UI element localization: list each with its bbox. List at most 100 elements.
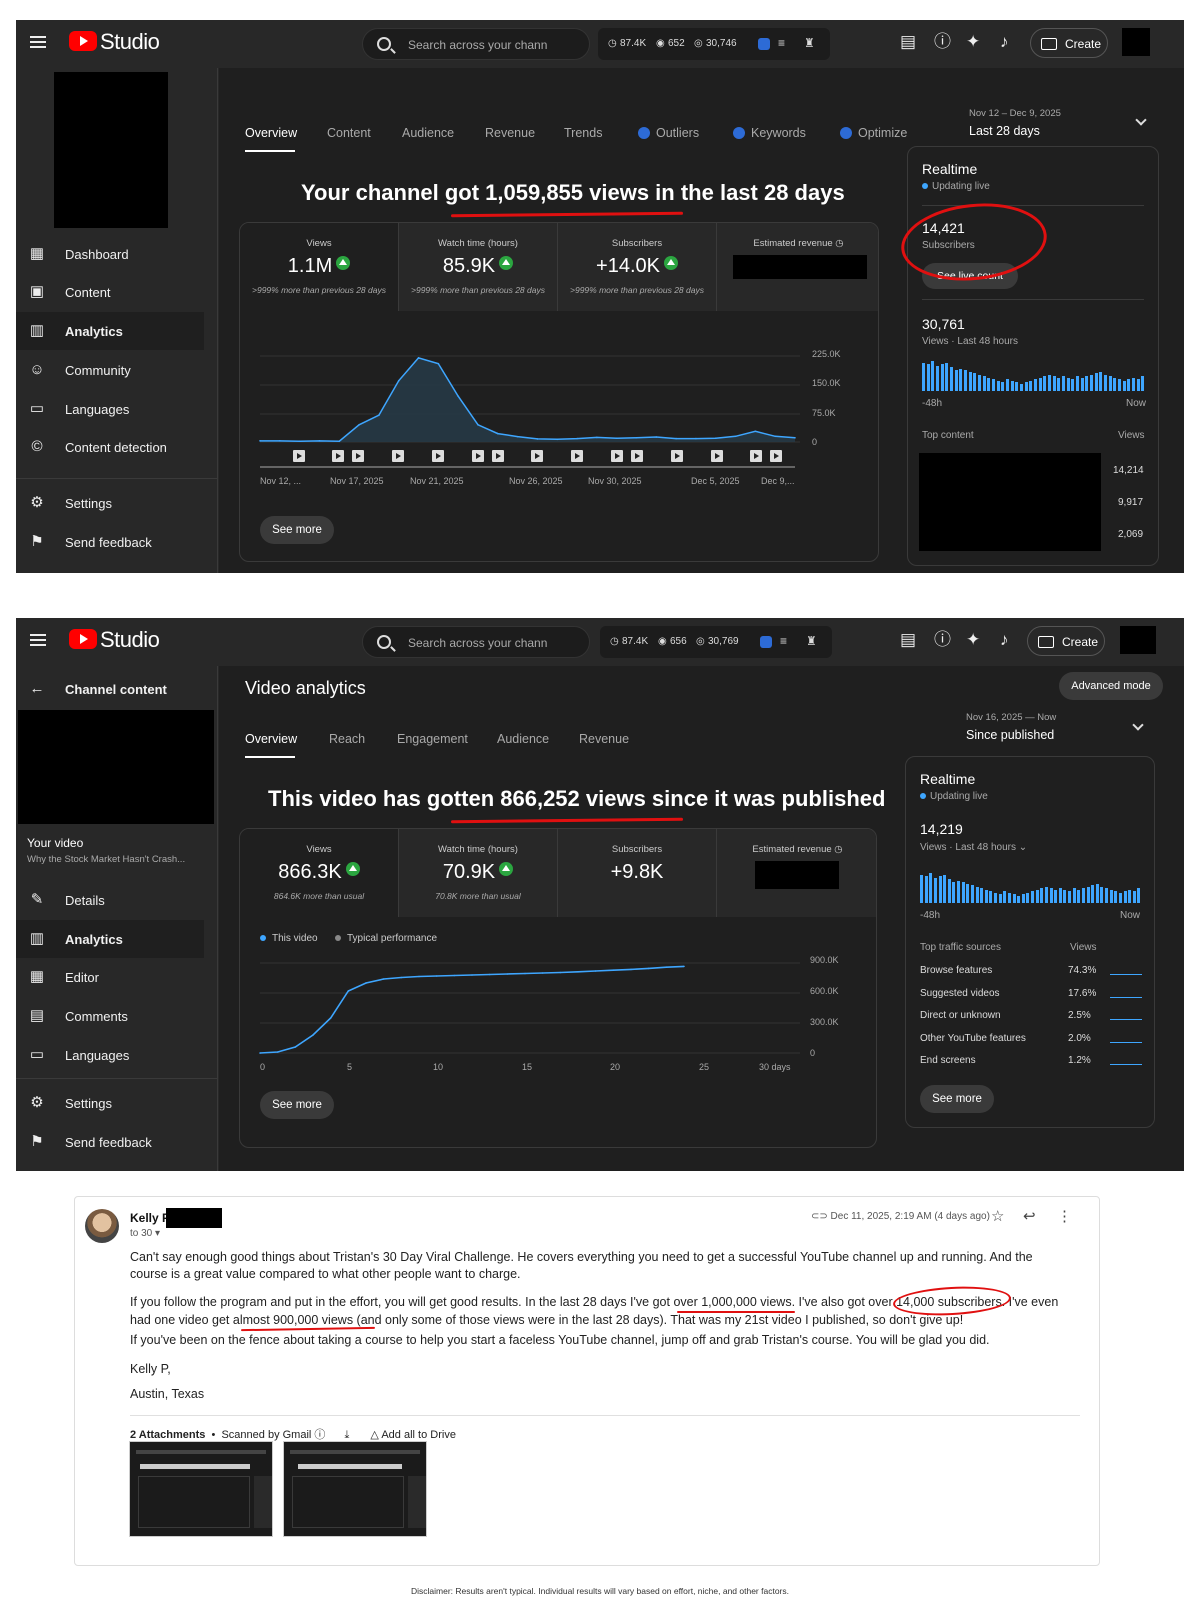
sidebar-item-analytics[interactable]: ▥ Analytics xyxy=(16,312,204,350)
tab-revenue[interactable]: Revenue xyxy=(579,732,629,746)
reply-icon[interactable]: ↩ xyxy=(1023,1207,1036,1225)
metric-views[interactable]: Views 1.1M >999% more than previous 28 d… xyxy=(240,223,399,311)
sidebar-item-content-detection[interactable]: © Content detection xyxy=(16,428,204,466)
legend-this-video[interactable]: This video xyxy=(260,933,318,944)
menu-icon[interactable] xyxy=(30,36,46,48)
see-more-button[interactable]: See more xyxy=(260,516,334,544)
captions-icon[interactable]: ▤ xyxy=(900,631,916,648)
advanced-mode-button[interactable]: Advanced mode xyxy=(1059,672,1163,700)
legend-dot xyxy=(335,935,341,941)
see-more-button[interactable]: See more xyxy=(920,1085,994,1113)
sidebar-item-community[interactable]: ☺ Community xyxy=(16,351,204,389)
metric-revenue[interactable]: Estimated revenue ◷ xyxy=(717,829,876,917)
metric-subscribers[interactable]: Subscribers +14.0K >999% more than previ… xyxy=(558,223,717,311)
sidebar-item-feedback[interactable]: ⚑ Send feedback xyxy=(16,523,204,561)
sidebar-item-comments[interactable]: ▤ Comments xyxy=(16,997,204,1035)
tab-overview[interactable]: Overview xyxy=(245,126,297,140)
red-underline-annotation xyxy=(450,817,684,824)
stats-bar[interactable]: ◷ 87.4K ◉ 652 ◎ 30,746 ≡ ♜ xyxy=(598,28,830,60)
legend-typical[interactable]: Typical performance xyxy=(335,933,437,944)
add-to-drive-button[interactable]: Add all to Drive xyxy=(381,1429,456,1441)
trophy-icon[interactable]: ♜ xyxy=(804,36,815,50)
sender-avatar[interactable] xyxy=(85,1209,119,1243)
tab-audience[interactable]: Audience xyxy=(402,126,454,140)
search-input[interactable]: Search across your chann xyxy=(408,636,547,650)
chevron-down-icon[interactable] xyxy=(1135,114,1147,126)
captions-icon[interactable]: ▤ xyxy=(900,33,916,50)
studio-logo[interactable]: Studio xyxy=(100,29,160,55)
metric-revenue[interactable]: Estimated revenue ◷ xyxy=(717,223,878,311)
tab-keywords[interactable]: Keywords xyxy=(733,126,806,140)
list-icon[interactable]: ≡ xyxy=(778,36,785,50)
star-icon[interactable]: ☆ xyxy=(991,1207,1004,1225)
see-more-button[interactable]: See more xyxy=(260,1091,334,1119)
bell-icon[interactable]: ♪ xyxy=(1000,33,1009,50)
metric-watch-time[interactable]: Watch time (hours) 85.9K >999% more than… xyxy=(399,223,558,311)
youtube-logo-icon[interactable] xyxy=(69,629,97,649)
video-thumbnail[interactable] xyxy=(18,710,214,824)
drive-icon[interactable]: △ xyxy=(370,1429,378,1441)
metric-subscribers[interactable]: Subscribers +9.8K xyxy=(558,829,717,917)
video-title[interactable]: Why the Stock Market Hasn't Crash... xyxy=(27,854,185,865)
metric-watch-time[interactable]: Watch time (hours) 70.9K 70.8K more than… xyxy=(399,829,558,917)
youtube-logo-icon[interactable] xyxy=(69,31,97,51)
sidebar-item-languages[interactable]: ▭ Languages xyxy=(16,1036,204,1074)
create-button[interactable]: Create xyxy=(1030,28,1108,58)
recipients[interactable]: to 30 ▾ xyxy=(130,1228,160,1239)
data-point xyxy=(655,436,658,438)
date-label[interactable]: Since published xyxy=(966,728,1054,742)
tab-revenue[interactable]: Revenue xyxy=(485,126,535,140)
arrow-up-icon xyxy=(499,862,514,876)
avatar[interactable] xyxy=(1120,626,1156,654)
search-input[interactable]: Search across your chann xyxy=(408,38,547,52)
tab-trends[interactable]: Trends xyxy=(564,126,602,140)
studio-logo[interactable]: Studio xyxy=(100,627,160,653)
sidebar-item-languages[interactable]: ▭ Languages xyxy=(16,390,204,428)
back-channel-content[interactable]: ← Channel content xyxy=(16,670,218,708)
vidiq-icon[interactable] xyxy=(758,38,770,50)
tab-optimize[interactable]: Optimize xyxy=(840,126,907,140)
sidebar-item-analytics[interactable]: ▥ Analytics xyxy=(16,920,204,958)
attachment-thumbnail[interactable] xyxy=(283,1441,427,1537)
sparkle-icon[interactable]: ✦ xyxy=(966,33,980,50)
info-icon[interactable]: ⓘ xyxy=(314,1429,325,1441)
data-point xyxy=(312,1034,314,1036)
tab-outliers[interactable]: Outliers xyxy=(638,126,699,140)
sidebar-item-dashboard[interactable]: ▦ Dashboard xyxy=(16,235,204,273)
stats-bar[interactable]: ◷ 87.4K ◉ 656 ◎ 30,769 ≡ ♜ xyxy=(600,626,832,658)
sidebar-item-feedback[interactable]: ⚑ Send feedback xyxy=(16,1123,204,1161)
list-icon[interactable]: ≡ xyxy=(780,634,787,648)
sender-name[interactable]: Kelly P xyxy=(130,1211,170,1225)
more-icon[interactable]: ⋮ xyxy=(1057,1207,1072,1225)
search-box[interactable]: Search across your chann xyxy=(362,626,590,658)
sidebar-item-content[interactable]: ▣ Content xyxy=(16,273,204,311)
attachment-thumbnail[interactable] xyxy=(129,1441,273,1537)
download-icon[interactable]: ⤓ xyxy=(344,1429,349,1441)
tab-overview[interactable]: Overview xyxy=(245,732,297,746)
sidebar-item-details[interactable]: ✎ Details xyxy=(16,881,204,919)
create-button[interactable]: Create xyxy=(1027,626,1105,656)
trophy-icon[interactable]: ♜ xyxy=(806,634,817,648)
search-box[interactable]: Search across your chann xyxy=(362,28,590,60)
sidebar-item-settings[interactable]: ⚙ Settings xyxy=(16,484,204,522)
metric-views[interactable]: Views 866.3K 864.6K more than usual xyxy=(240,829,399,917)
vidiq-icon[interactable] xyxy=(760,636,772,648)
realtime-bar xyxy=(970,885,974,903)
tab-audience[interactable]: Audience xyxy=(497,732,549,746)
sidebar-item-settings[interactable]: ⚙ Settings xyxy=(16,1084,204,1122)
sidebar-item-editor[interactable]: ▦ Editor xyxy=(16,958,204,996)
tab-reach[interactable]: Reach xyxy=(329,732,365,746)
bell-icon[interactable]: ♪ xyxy=(1000,631,1009,648)
channel-avatar[interactable] xyxy=(54,72,168,228)
menu-icon[interactable] xyxy=(30,634,46,646)
date-label[interactable]: Last 28 days xyxy=(969,124,1040,138)
avatar[interactable] xyxy=(1122,28,1150,56)
tab-content[interactable]: Content xyxy=(327,126,371,140)
tab-engagement[interactable]: Engagement xyxy=(397,732,468,746)
help-icon[interactable]: ⓘ xyxy=(934,33,951,50)
sparkle-icon[interactable]: ✦ xyxy=(966,631,980,648)
data-point xyxy=(734,435,737,438)
help-icon[interactable]: ⓘ xyxy=(934,631,951,648)
disclaimer: Disclaimer: Results aren't typical. Indi… xyxy=(411,1586,789,1596)
chevron-down-icon[interactable] xyxy=(1132,719,1144,731)
